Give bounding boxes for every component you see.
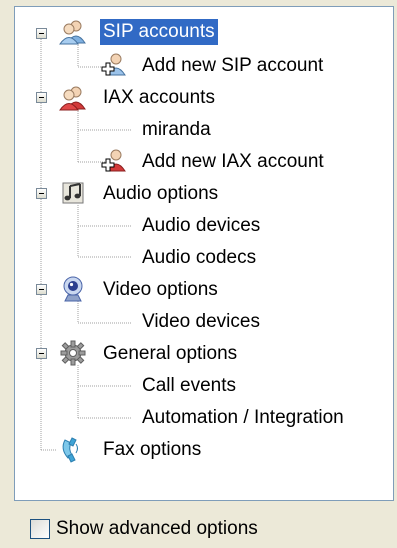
add-sip-user-icon	[101, 53, 126, 76]
music-note-icon	[62, 182, 84, 204]
tree-item-audio-devices[interactable]: Audio devices	[139, 213, 263, 239]
options-tree[interactable]: SIP accounts Add new SIP account IAX acc…	[14, 6, 394, 501]
tree-item-add-new-iax-account[interactable]: Add new IAX account	[139, 149, 327, 175]
tree-item-video-devices[interactable]: Video devices	[139, 309, 263, 335]
tree-item-miranda[interactable]: miranda	[139, 117, 214, 143]
add-iax-user-icon	[101, 149, 126, 172]
show-advanced-options-label[interactable]: Show advanced options	[56, 518, 258, 540]
webcam-icon	[63, 276, 83, 302]
sip-accounts-collapse-toggle[interactable]	[36, 28, 47, 39]
tree-item-audio-codecs[interactable]: Audio codecs	[139, 245, 259, 271]
tree-item-iax-accounts[interactable]: IAX accounts	[100, 85, 218, 111]
iax-accounts-collapse-toggle[interactable]	[36, 92, 47, 103]
tree-item-video-options[interactable]: Video options	[100, 277, 221, 303]
fax-phone-icon	[62, 437, 78, 463]
sip-users-icon	[59, 20, 86, 45]
gear-icon	[60, 340, 86, 366]
show-advanced-options-checkbox[interactable]	[30, 519, 50, 539]
audio-options-collapse-toggle[interactable]	[36, 188, 47, 199]
general-options-collapse-toggle[interactable]	[36, 348, 47, 359]
video-options-collapse-toggle[interactable]	[36, 284, 47, 295]
tree-item-audio-options[interactable]: Audio options	[100, 181, 221, 207]
tree-item-automation-integration[interactable]: Automation / Integration	[139, 405, 347, 431]
tree-item-sip-accounts[interactable]: SIP accounts	[99, 18, 219, 46]
tree-item-call-events[interactable]: Call events	[139, 373, 239, 399]
tree-item-fax-options[interactable]: Fax options	[100, 437, 204, 463]
show-advanced-options-row[interactable]: Show advanced options	[30, 517, 258, 541]
iax-users-icon	[59, 86, 86, 111]
tree-item-add-new-sip-account[interactable]: Add new SIP account	[139, 53, 326, 79]
tree-item-general-options[interactable]: General options	[100, 341, 240, 367]
